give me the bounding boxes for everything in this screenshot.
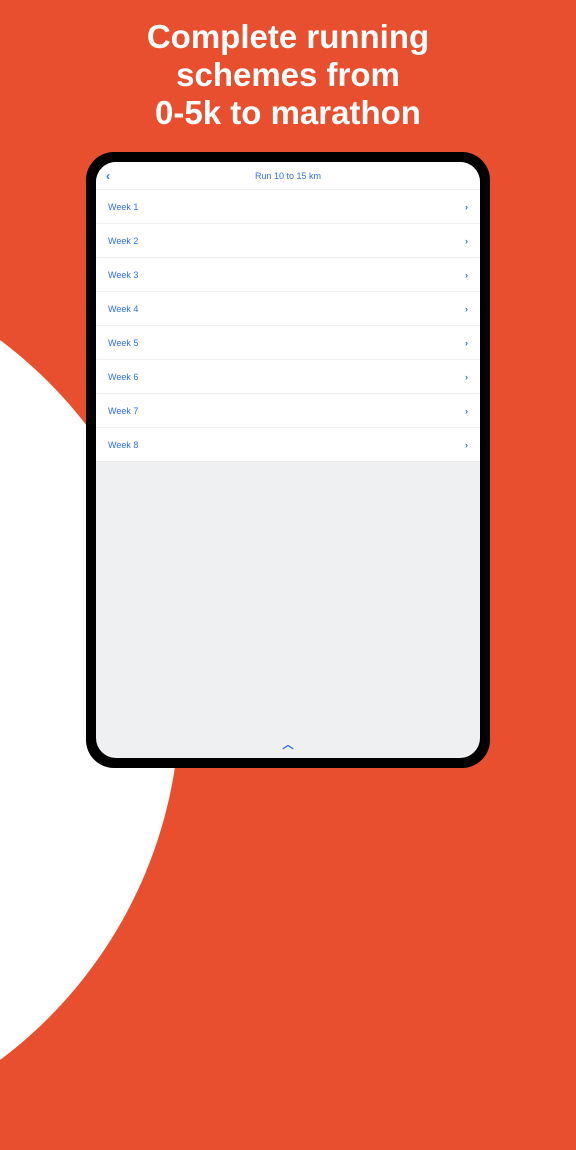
week-label: Week 5	[108, 338, 138, 348]
chevron-right-icon: ›	[465, 202, 468, 212]
list-item-week-2[interactable]: Week 2 ›	[96, 224, 480, 258]
week-label: Week 7	[108, 406, 138, 416]
chevron-right-icon: ›	[465, 270, 468, 280]
chevron-right-icon: ›	[465, 304, 468, 314]
chevron-right-icon: ›	[465, 406, 468, 416]
list-item-week-1[interactable]: Week 1 ›	[96, 190, 480, 224]
list-item-week-7[interactable]: Week 7 ›	[96, 394, 480, 428]
weeks-list: Week 1 › Week 2 › Week 3 › Week 4 › Week…	[96, 190, 480, 462]
headline-line-1: Complete running	[147, 18, 429, 55]
chevron-right-icon: ›	[465, 236, 468, 246]
week-label: Week 1	[108, 202, 138, 212]
list-item-week-4[interactable]: Week 4 ›	[96, 292, 480, 326]
headline-line-3: 0-5k to marathon	[155, 94, 421, 131]
week-label: Week 2	[108, 236, 138, 246]
device-frame: ‹ Run 10 to 15 km Week 1 › Week 2 › Week…	[86, 152, 490, 768]
list-item-week-8[interactable]: Week 8 ›	[96, 428, 480, 462]
week-label: Week 8	[108, 440, 138, 450]
list-item-week-5[interactable]: Week 5 ›	[96, 326, 480, 360]
week-label: Week 3	[108, 270, 138, 280]
device-screen: ‹ Run 10 to 15 km Week 1 › Week 2 › Week…	[96, 162, 480, 758]
back-button[interactable]: ‹	[106, 169, 110, 183]
week-label: Week 6	[108, 372, 138, 382]
list-item-week-3[interactable]: Week 3 ›	[96, 258, 480, 292]
navigation-bar: ‹ Run 10 to 15 km	[96, 162, 480, 190]
chevron-right-icon: ›	[465, 372, 468, 382]
screen-title: Run 10 to 15 km	[96, 171, 480, 181]
chevron-right-icon: ›	[465, 440, 468, 450]
chevron-up-icon: ︿	[283, 736, 294, 752]
bottom-drawer-handle[interactable]: ︿	[96, 736, 480, 752]
marketing-headline: Complete running schemes from 0-5k to ma…	[0, 0, 576, 132]
headline-line-2: schemes from	[176, 56, 400, 93]
week-label: Week 4	[108, 304, 138, 314]
chevron-right-icon: ›	[465, 338, 468, 348]
list-item-week-6[interactable]: Week 6 ›	[96, 360, 480, 394]
